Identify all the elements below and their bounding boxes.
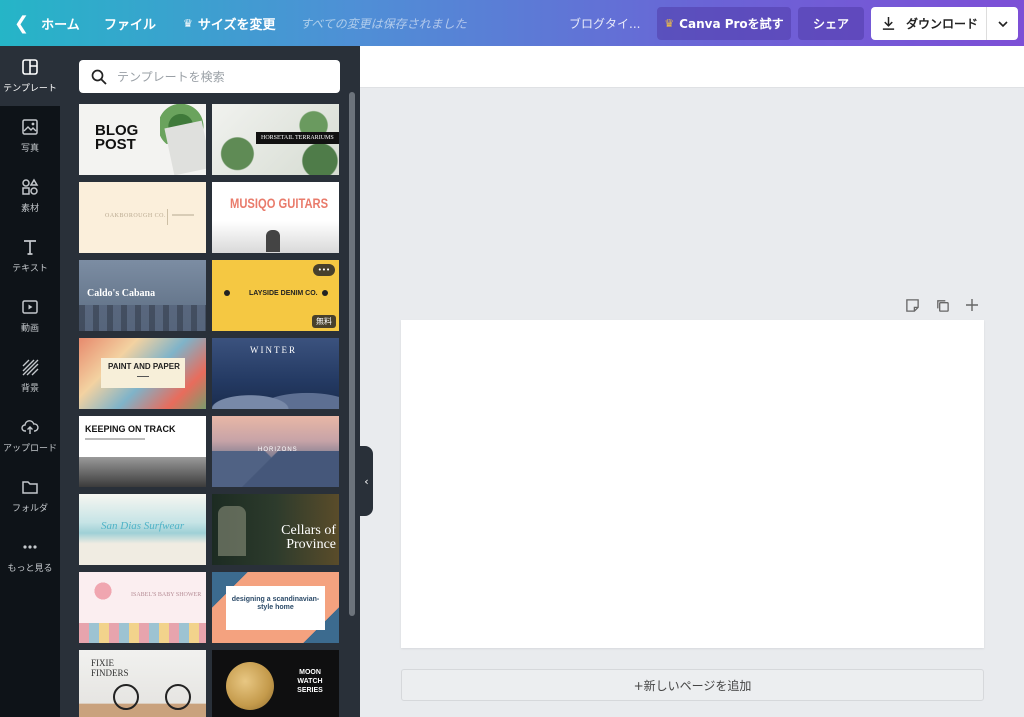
- add-page-icon[interactable]: [963, 296, 981, 314]
- crown-icon: ♛: [664, 17, 675, 30]
- rail-item-text[interactable]: テキスト: [0, 226, 60, 286]
- rail-label: 写真: [20, 144, 39, 154]
- template-card-winter[interactable]: WINTER: [212, 338, 339, 409]
- download-options-button[interactable]: [986, 7, 1018, 40]
- elements-icon: [22, 178, 39, 195]
- template-title: Caldo's Cabana: [87, 288, 156, 299]
- chevron-down-icon: [997, 20, 1008, 27]
- template-card-baby-shower[interactable]: ISABEL'S BABY SHOWER: [79, 572, 206, 643]
- template-search-box[interactable]: [79, 60, 340, 93]
- download-icon: [882, 16, 895, 30]
- template-title: Cellars of Province: [281, 523, 336, 552]
- download-button[interactable]: ダウンロード: [871, 7, 986, 40]
- rail-item-video[interactable]: 動画: [0, 286, 60, 346]
- duplicate-page-icon[interactable]: [933, 296, 951, 314]
- template-title: OAKBOROUGH CO.: [105, 213, 167, 219]
- folder-icon: [22, 481, 38, 494]
- rail-label: テンプレート: [3, 84, 57, 94]
- rail-item-photos[interactable]: 写真: [0, 106, 60, 166]
- try-pro-label: Canva Proを試す: [679, 17, 784, 31]
- rail-label: フォルダ: [11, 504, 48, 514]
- template-card-scandinavian[interactable]: designing a scandinavian-style home: [212, 572, 339, 643]
- template-title: MUSIQO GUITARS: [230, 195, 329, 211]
- design-page[interactable]: [401, 320, 984, 648]
- template-title: MOON WATCH SERIES: [297, 669, 323, 694]
- rail-label: アップロード: [2, 444, 57, 454]
- template-card-blog-post[interactable]: BLOG POST: [79, 104, 206, 175]
- template-card-san-dias[interactable]: San Dias Surfwear: [79, 494, 206, 565]
- home-label: ホーム: [41, 17, 80, 33]
- resize-button[interactable]: ♛ サイズを変更: [183, 0, 276, 46]
- rail-label: テキスト: [12, 264, 48, 274]
- template-title: KEEPING ON TRACK: [85, 424, 176, 434]
- editor-toolbar: [360, 46, 1024, 88]
- video-icon: [22, 300, 38, 314]
- file-menu-button[interactable]: ファイル: [104, 0, 156, 46]
- template-title: LAYSIDE DENIM CO.: [249, 290, 318, 297]
- template-title: PAINT AND PAPER: [108, 362, 180, 371]
- template-title: WINTER: [250, 345, 297, 355]
- save-status: すべての変更は保存されました: [300, 16, 467, 31]
- side-rail: テンプレート 写真 素材 テキスト 動画 背景 アップロード フォルダ もっと見…: [0, 46, 60, 717]
- rail-item-uploads[interactable]: アップロード: [0, 406, 60, 466]
- top-bar: ❮ ホーム ファイル ♛ サイズを変更 すべての変更は保存されました ブログタイ…: [0, 0, 1024, 46]
- crown-icon: ♛: [183, 16, 193, 30]
- template-card-musiqo[interactable]: MUSIQO GUITARS: [212, 182, 339, 253]
- template-title: FIXIE FINDERS: [91, 658, 129, 678]
- try-pro-button[interactable]: ♛ Canva Proを試す: [657, 7, 791, 40]
- text-icon: [24, 240, 36, 255]
- download-label: ダウンロード: [906, 17, 979, 31]
- document-title[interactable]: ブログタイ...: [569, 0, 640, 46]
- more-icon: [23, 545, 37, 549]
- template-card-fixie-finders[interactable]: FIXIE FINDERS: [79, 650, 206, 717]
- layout-icon: [22, 59, 38, 75]
- chevron-left-icon: ‹: [364, 474, 369, 488]
- background-icon: [22, 359, 39, 376]
- panel-scrollbar[interactable]: [349, 92, 355, 616]
- upload-icon: [21, 420, 39, 434]
- note-icon[interactable]: [903, 296, 921, 314]
- free-badge: 無料: [312, 315, 336, 328]
- resize-label: サイズを変更: [197, 17, 276, 33]
- template-title: San Dias Surfwear: [101, 520, 185, 532]
- rail-label: もっと見る: [7, 564, 53, 574]
- home-button[interactable]: ❮ ホーム: [14, 0, 80, 46]
- search-icon: [91, 69, 107, 85]
- template-card-oakborough[interactable]: OAKBOROUGH CO.: [79, 182, 206, 253]
- rail-item-more[interactable]: もっと見る: [0, 526, 60, 586]
- template-card-caldos-cabana[interactable]: Caldo's Cabana: [79, 260, 206, 331]
- template-card-horsetail[interactable]: HORSETAIL TERRARIUMS: [212, 104, 339, 175]
- template-title: designing a scandinavian-style home: [231, 596, 320, 611]
- template-card-moon-watch[interactable]: MOON WATCH SERIES: [212, 650, 339, 717]
- template-card-layside-denim[interactable]: LAYSIDE DENIM CO. ••• 無料: [212, 260, 339, 331]
- share-button[interactable]: シェア: [798, 7, 864, 40]
- photo-icon: [22, 119, 38, 135]
- rail-label: 動画: [20, 324, 39, 334]
- rail-label: 背景: [20, 384, 39, 394]
- rail-item-templates[interactable]: テンプレート: [0, 46, 60, 106]
- template-card-horizons[interactable]: HORIZONS: [212, 416, 339, 487]
- rail-label: 素材: [20, 204, 39, 214]
- template-title: BLOG POST: [95, 122, 139, 153]
- rail-item-folders[interactable]: フォルダ: [0, 466, 60, 526]
- template-card-paint-and-paper[interactable]: PAINT AND PAPER: [79, 338, 206, 409]
- template-title: HORIZONS: [258, 447, 298, 453]
- template-card-keeping-on-track[interactable]: KEEPING ON TRACK: [79, 416, 206, 487]
- template-search-input[interactable]: [117, 69, 317, 84]
- template-more-button[interactable]: •••: [313, 264, 335, 276]
- template-title: ISABEL'S BABY SHOWER: [131, 592, 202, 598]
- rail-item-elements[interactable]: 素材: [0, 166, 60, 226]
- template-card-cellars[interactable]: Cellars of Province: [212, 494, 339, 565]
- template-title: HORSETAIL TERRARIUMS: [256, 132, 339, 144]
- add-page-button[interactable]: +新しいページを追加: [401, 669, 984, 701]
- collapse-panel-button[interactable]: ‹: [360, 446, 373, 516]
- rail-item-background[interactable]: 背景: [0, 346, 60, 406]
- templates-panel: BLOG POST HORSETAIL TERRARIUMS OAKBOROUG…: [60, 46, 360, 717]
- chevron-left-icon: ❮: [14, 12, 30, 34]
